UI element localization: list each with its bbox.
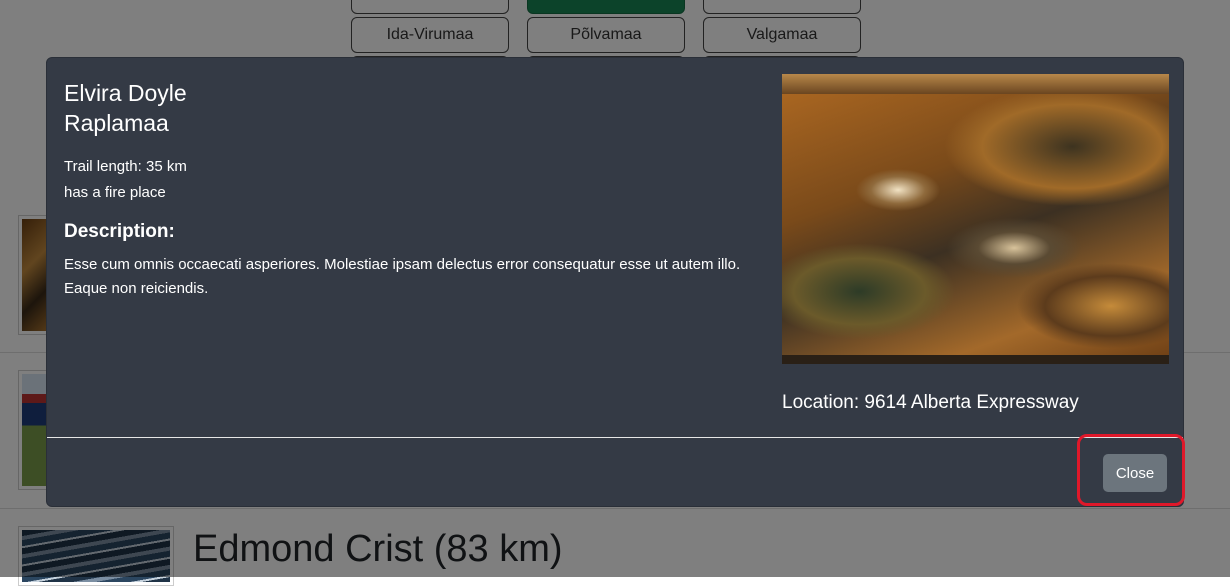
description-text: Esse cum omnis occaecati asperiores. Mol… <box>64 256 741 297</box>
trail-meta: Trail length: 35 km has a fire place <box>64 154 779 206</box>
trail-county: Raplamaa <box>64 110 169 136</box>
modal-title: Elvira Doyle Raplamaa <box>64 78 779 138</box>
trail-name: Elvira Doyle <box>64 80 187 106</box>
trail-media: Location: 9614 Alberta Expressway <box>782 74 1169 417</box>
trail-info: Elvira Doyle Raplamaa Trail length: 35 k… <box>64 78 779 301</box>
trail-length: Trail length: 35 km <box>64 158 187 175</box>
modal-body: Elvira Doyle Raplamaa Trail length: 35 k… <box>47 58 1183 438</box>
trail-detail-modal: Elvira Doyle Raplamaa Trail length: 35 k… <box>46 57 1184 507</box>
modal-footer: Close <box>47 438 1183 508</box>
trail-feature: has a fire place <box>64 184 166 201</box>
close-button[interactable]: Close <box>1103 454 1167 492</box>
trail-location: Location: 9614 Alberta Expressway <box>782 392 1079 413</box>
description-heading: Description: <box>64 221 175 242</box>
trail-photo <box>782 74 1169 364</box>
